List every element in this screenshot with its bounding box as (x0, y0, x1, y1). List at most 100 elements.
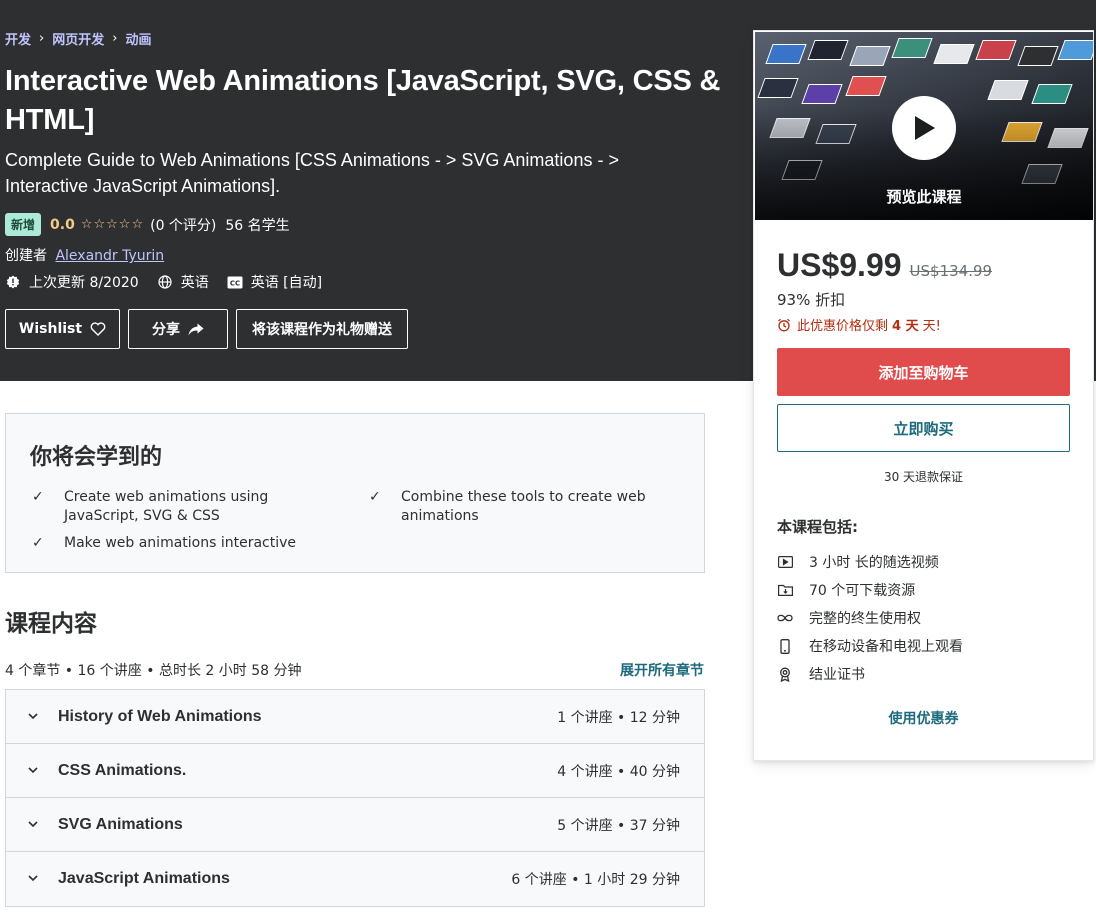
section-title: JavaScript Animations (58, 870, 230, 887)
last-updated-text: 上次更新 8/2020 (29, 275, 139, 291)
section-title: History of Web Animations (58, 707, 262, 725)
language: 英语 (157, 272, 209, 292)
language-text: 英语 (180, 275, 209, 291)
learn-item: ✓ Create web animations using JavaScript… (32, 488, 334, 526)
chevron-down-icon (26, 709, 40, 723)
apply-coupon-link[interactable]: 使用优惠券 (754, 708, 1093, 728)
what-you-will-learn: 你将会学到的 ✓ Create web animations using Jav… (5, 413, 705, 573)
curriculum-sections: History of Web Animations 1 个讲座 • 12 分钟 … (5, 689, 705, 907)
course-meta-row: 上次更新 8/2020 英语 CC 英语 [自动] (5, 272, 340, 292)
checkmark-icon: ✓ (32, 535, 44, 551)
captions-text: 英语 [自动] (250, 275, 323, 291)
share-button[interactable]: 分享 (128, 309, 228, 349)
list-item: 在移动设备和电视上观看 (777, 632, 963, 660)
share-label: 分享 (152, 322, 180, 338)
breadcrumb: 开发 › 网页开发 › 动画 (5, 29, 151, 48)
breadcrumb-item-development[interactable]: 开发 (5, 29, 31, 48)
learn-item: ✓ Combine these tools to create web anim… (369, 488, 651, 526)
timer-days: 4 天 (892, 319, 919, 334)
wishlist-label: Wishlist (18, 321, 83, 337)
chevron-right-icon: › (39, 31, 45, 46)
gift-course-button[interactable]: 将该课程作为礼物赠送 (236, 309, 408, 349)
list-item: 70 个可下载资源 (777, 576, 963, 604)
video-icon (777, 554, 793, 570)
wishlist-button[interactable]: Wishlist (5, 309, 120, 349)
star-rating-icon: ☆☆☆☆☆ (80, 217, 145, 232)
heart-icon (90, 322, 106, 336)
preview-label: 预览此课程 (886, 188, 962, 206)
rating-row: 新增 0.0 ☆☆☆☆☆ (0 个评分) 56 名学生 (5, 213, 290, 236)
timer-suffix: 天! (922, 319, 941, 334)
globe-icon (157, 274, 173, 290)
money-back-guarantee: 30 天退款保证 (883, 470, 964, 484)
learn-item-text: Combine these tools to create web animat… (401, 489, 646, 524)
list-item: 结业证书 (777, 660, 963, 688)
learn-item-text: Create web animations using JavaScript, … (64, 489, 269, 524)
play-icon[interactable] (892, 96, 956, 160)
course-content-title: 课程内容 (5, 611, 97, 637)
expand-all-sections-button[interactable]: 展开所有章节 (560, 660, 704, 680)
closed-caption-icon: CC (227, 274, 243, 290)
add-to-cart-button[interactable]: 添加至购物车 (777, 348, 1070, 396)
creator-label: 创建者 (5, 248, 47, 264)
section-meta: 6 个讲座 • 1 小时 29 分钟 (511, 872, 680, 888)
include-text: 结业证书 (809, 667, 865, 683)
includes-title: 本课程包括: (777, 518, 858, 536)
svg-text:CC: CC (230, 279, 240, 287)
section-row[interactable]: JavaScript Animations 6 个讲座 • 1 小时 29 分钟 (6, 852, 704, 906)
price-row: US$9.99 US$134.99 (777, 247, 992, 284)
download-file-icon (777, 582, 793, 598)
gift-label: 将该课程作为礼物赠送 (252, 322, 392, 338)
includes-list: 3 小时 长的随选视频 70 个可下载资源 完整的终生使用权 在移动设备和电视上… (777, 548, 963, 688)
section-title: CSS Animations. (58, 761, 187, 779)
certificate-icon (777, 666, 793, 682)
course-title: Interactive Web Animations [JavaScript, … (5, 65, 721, 136)
section-meta: 5 个讲座 • 37 分钟 (557, 817, 680, 834)
student-count: 56 名学生 (225, 217, 290, 234)
captions: CC 英语 [自动] (227, 272, 322, 292)
list-item: 3 小时 长的随选视频 (777, 548, 963, 576)
original-price: US$134.99 (909, 262, 993, 280)
header-actions: Wishlist 分享 将该课程作为礼物赠送 (5, 309, 416, 349)
learn-item-text: Make web animations interactive (64, 535, 297, 551)
section-meta: 1 个讲座 • 12 分钟 (557, 709, 680, 726)
breadcrumb-item-web-development[interactable]: 网页开发 (52, 29, 104, 48)
learn-item: ✓ Make web animations interactive (32, 534, 334, 553)
new-badge: 新增 (5, 213, 42, 236)
creator-row: 创建者 Alexandr Tyurin (5, 245, 164, 265)
timer-prefix: 此优惠价格仅剩 (797, 319, 889, 334)
section-row[interactable]: SVG Animations 5 个讲座 • 37 分钟 (6, 798, 704, 852)
purchase-card: 预览此课程 US$9.99 US$134.99 93% 折扣 此优惠价格仅剩 4… (753, 30, 1094, 761)
section-row[interactable]: CSS Animations. 4 个讲座 • 40 分钟 (6, 744, 704, 798)
learn-title: 你将会学到的 (30, 445, 163, 470)
rating-count[interactable]: (0 个评分) (150, 215, 216, 235)
rating-value: 0.0 (50, 216, 75, 233)
course-subtitle: Complete Guide to Web Animations [CSS An… (5, 150, 619, 196)
last-updated: 上次更新 8/2020 (5, 272, 139, 292)
offer-timer: 此优惠价格仅剩 4 天 天! (777, 315, 941, 334)
section-meta: 4 个讲座 • 40 分钟 (557, 763, 680, 780)
include-text: 3 小时 长的随选视频 (809, 555, 939, 571)
breadcrumb-item-animation[interactable]: 动画 (125, 29, 151, 48)
creator-link[interactable]: Alexandr Tyurin (55, 248, 164, 264)
share-arrow-icon (188, 323, 204, 336)
list-item: 完整的终生使用权 (777, 604, 963, 632)
chevron-down-icon (26, 871, 40, 885)
include-text: 在移动设备和电视上观看 (809, 639, 963, 655)
chevron-down-icon (26, 763, 40, 777)
chevron-down-icon (26, 817, 40, 831)
alarm-clock-icon (777, 318, 791, 332)
section-row[interactable]: History of Web Animations 1 个讲座 • 12 分钟 (6, 690, 704, 744)
course-preview[interactable]: 预览此课程 (755, 32, 1093, 220)
mobile-icon (777, 638, 793, 654)
chevron-right-icon: › (112, 31, 118, 46)
include-text: 完整的终生使用权 (809, 611, 921, 627)
discount-percent: 93% 折扣 (777, 291, 846, 309)
course-content-summary: 4 个章节 • 16 个讲座 • 总时长 2 小时 58 分钟 (5, 663, 302, 679)
current-price: US$9.99 (777, 247, 902, 283)
include-text: 70 个可下载资源 (809, 583, 916, 599)
checkmark-icon: ✓ (32, 489, 44, 505)
section-title: SVG Animations (58, 815, 183, 833)
buy-now-button[interactable]: 立即购买 (777, 404, 1070, 452)
infinity-icon (777, 610, 793, 626)
